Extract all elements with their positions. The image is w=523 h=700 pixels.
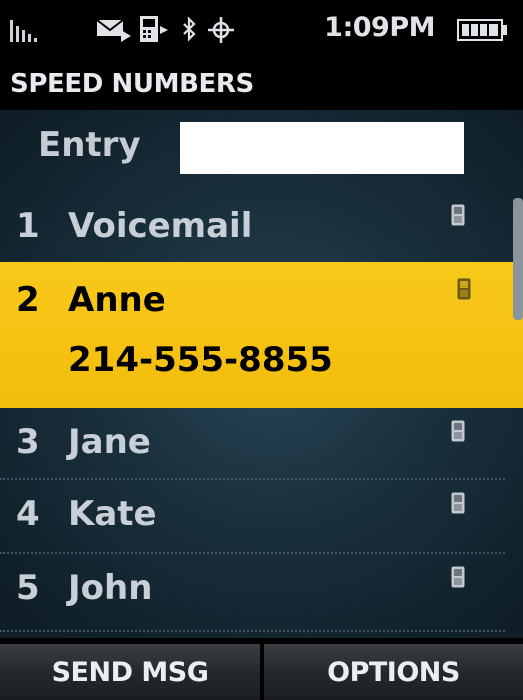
contact-name: Anne [68, 280, 166, 320]
speed-list-item[interactable]: 4 Kate [0, 480, 505, 554]
speed-list-item[interactable]: 3 Jane [0, 408, 505, 480]
speed-number: 2 [16, 280, 40, 320]
title-bar: SPEED NUMBERS [0, 62, 523, 110]
battery-icon [457, 19, 507, 41]
contact-name: Voicemail [68, 206, 253, 246]
mobile-phone-icon [451, 204, 465, 226]
status-bar: 1:09PM [0, 0, 523, 62]
page-title: SPEED NUMBERS [10, 69, 254, 99]
speed-list-item[interactable]: 1 Voicemail [0, 192, 505, 262]
speed-list-item-selected[interactable]: 2 Anne 214-555-8855 [0, 262, 523, 408]
speed-number: 1 [16, 206, 40, 246]
speed-numbers-panel: Entry 1 Voicemail 2 Anne 214-555-8855 3 … [0, 110, 523, 638]
entry-row: Entry [0, 110, 523, 192]
clock-time: 1:09PM [324, 12, 435, 43]
speed-number: 4 [16, 494, 40, 534]
options-button[interactable]: OPTIONS [264, 644, 523, 700]
phone-screen: 1:09PM SPEED NUMBERS Entry 1 Voicemail 2… [0, 0, 523, 700]
contact-name: Kate [68, 494, 157, 534]
message-icon [97, 19, 131, 42]
signal-strength-icon [10, 20, 37, 42]
contact-phone-number: 214-555-8855 [68, 340, 333, 380]
softkey-bar: SEND MSG OPTIONS [0, 638, 523, 700]
mobile-phone-icon [457, 278, 471, 300]
speed-number: 3 [16, 422, 40, 462]
gps-icon [208, 17, 234, 43]
mobile-phone-icon [451, 420, 465, 442]
mobile-phone-icon [451, 492, 465, 514]
speed-number: 5 [16, 568, 40, 608]
voicemail-icon [140, 16, 168, 42]
send-msg-button[interactable]: SEND MSG [0, 644, 260, 700]
contact-name: Jane [68, 422, 151, 462]
entry-label: Entry [38, 125, 141, 165]
entry-input[interactable] [180, 122, 464, 174]
bluetooth-icon [183, 16, 196, 42]
speed-list-item[interactable]: 5 John [0, 554, 505, 632]
mobile-phone-icon [451, 566, 465, 588]
scrollbar[interactable] [513, 198, 523, 320]
contact-name: John [68, 568, 153, 608]
